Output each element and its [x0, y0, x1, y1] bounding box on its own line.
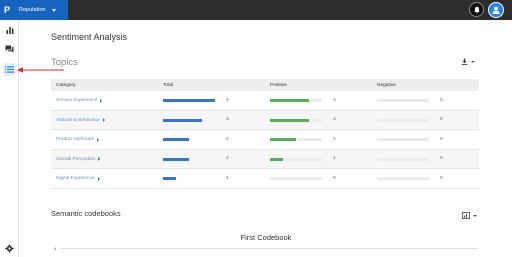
negative-bar — [377, 118, 429, 122]
table-header: Category Total Positive Negative — [51, 79, 479, 91]
negative-bar — [377, 157, 429, 161]
chart-type-button[interactable] — [462, 212, 477, 219]
total-bar-fill — [163, 118, 202, 122]
top-bar: P Reputation — [0, 0, 512, 20]
topic-category-link[interactable]: Digital Experience — [56, 176, 100, 181]
table-row: Digital Experience 1 0 0 — [51, 169, 479, 189]
column-header-category: Category — [56, 83, 76, 88]
total-bar — [163, 157, 215, 161]
topic-category-label: Service Experience — [56, 98, 98, 103]
positive-bar-fill — [270, 118, 309, 122]
positive-bar — [270, 118, 322, 122]
total-bar — [163, 138, 215, 141]
total-bar-fill — [163, 177, 176, 180]
chart-type-icon — [462, 212, 470, 219]
positive-bar-fill — [270, 99, 309, 102]
table-row: Product Attributes 2 2 0 — [51, 130, 479, 150]
product-name: Reputation — [19, 7, 46, 13]
expand-arrow-icon — [98, 157, 101, 161]
positive-bar-fill — [270, 138, 296, 141]
chevron-down-icon — [473, 214, 477, 217]
positive-count: 1 — [333, 156, 336, 161]
product-switcher[interactable]: P Reputation — [0, 0, 68, 20]
negative-count: 0 — [440, 156, 443, 161]
topic-category-label: Overall Perception — [56, 156, 96, 162]
expand-arrow-icon — [102, 118, 105, 122]
app-logo: P — [3, 5, 10, 15]
topic-category-link[interactable]: Overall Perception — [56, 156, 101, 162]
topic-category-label: Attitude & Behaviour — [56, 117, 100, 123]
topics-title: Topics — [51, 57, 78, 68]
positive-bar-fill — [270, 157, 283, 161]
column-header-positive: Positive — [270, 83, 287, 88]
topic-category-label: Product Attributes — [56, 137, 94, 142]
table-row: Service Experience 4 3 0 — [51, 91, 479, 111]
page-title: Sentiment Analysis — [51, 32, 128, 42]
total-bar-fill — [163, 157, 189, 161]
total-count: 1 — [226, 175, 229, 181]
total-count: 2 — [226, 136, 229, 142]
positive-bar — [270, 99, 322, 102]
column-header-negative: Negative — [377, 83, 396, 88]
gear-icon[interactable] — [3, 242, 16, 255]
topic-category-label: Digital Experience — [56, 176, 95, 181]
positive-bar — [270, 138, 322, 141]
negative-count: 0 — [440, 175, 443, 181]
negative-count: 0 — [440, 117, 443, 122]
negative-bar — [377, 138, 429, 141]
expand-arrow-icon — [96, 137, 99, 142]
topics-table: Category Total Positive Negative Service… — [51, 79, 479, 189]
chat-bubbles-icon[interactable] — [3, 42, 16, 55]
total-count: 4 — [226, 97, 229, 103]
column-header-total: Total — [163, 83, 174, 88]
bell-icon[interactable] — [469, 2, 484, 17]
topic-category-link[interactable]: Service Experience — [56, 98, 103, 103]
positive-count: 3 — [333, 117, 336, 122]
download-icon — [461, 58, 468, 65]
total-bar — [163, 118, 215, 122]
negative-bar — [377, 99, 429, 102]
table-row: Overall Perception 2 1 0 — [51, 149, 479, 169]
left-nav-rail — [0, 20, 19, 257]
positive-count: 0 — [333, 175, 336, 181]
total-count: 2 — [226, 156, 229, 161]
list-icon[interactable] — [3, 63, 16, 76]
positive-count: 2 — [333, 136, 336, 142]
codebook-chart-title: First Codebook — [240, 233, 292, 242]
chevron-down-icon — [51, 8, 56, 12]
chevron-down-icon — [471, 60, 475, 63]
y-axis-tick: 4 — [54, 246, 57, 251]
expand-arrow-icon — [100, 98, 103, 103]
positive-count: 3 — [333, 97, 336, 103]
negative-count: 0 — [440, 136, 443, 142]
topic-category-link[interactable]: Attitude & Behaviour — [56, 118, 105, 123]
topic-category-link[interactable]: Product Attributes — [56, 137, 99, 142]
total-bar-fill — [163, 138, 189, 141]
total-bar — [163, 177, 215, 180]
positive-bar — [270, 157, 322, 161]
total-bar — [163, 99, 215, 102]
positive-bar — [270, 177, 322, 180]
negative-bar — [377, 177, 429, 180]
total-count: 3 — [226, 117, 229, 122]
expand-arrow-icon — [97, 176, 100, 181]
bar-chart-icon[interactable] — [3, 23, 16, 36]
total-bar-fill — [163, 99, 215, 102]
table-row: Attitude & Behaviour 3 3 0 — [51, 110, 479, 130]
chart-gridline — [60, 248, 478, 249]
codebooks-title: Semantic codebooks — [51, 209, 121, 218]
download-button[interactable] — [461, 58, 475, 65]
negative-count: 0 — [440, 97, 443, 103]
user-icon[interactable] — [488, 2, 504, 18]
